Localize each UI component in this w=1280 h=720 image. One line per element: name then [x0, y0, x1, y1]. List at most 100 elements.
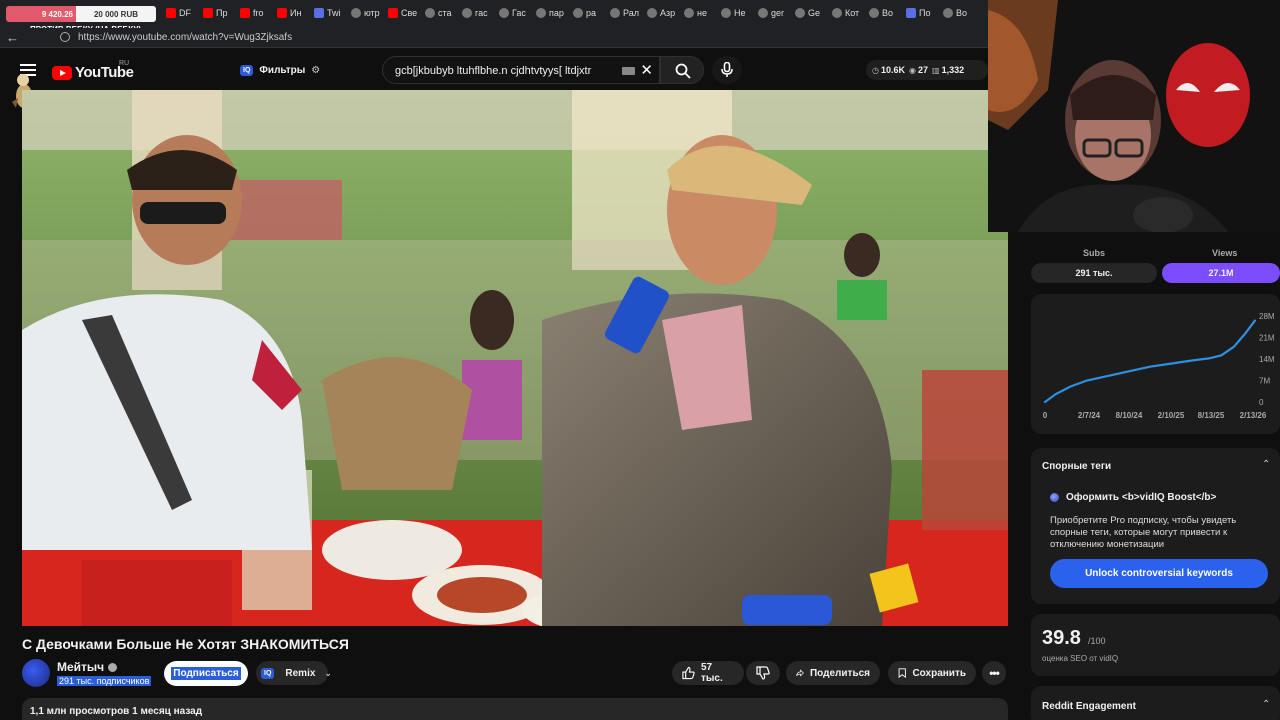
subscribe-button[interactable]: Подписаться — [164, 661, 248, 686]
chevron-up-icon[interactable]: ⌃ — [1262, 699, 1270, 710]
url-text[interactable]: https://www.youtube.com/watch?v=Wug3Zjks… — [78, 32, 292, 43]
tab-label: пар — [549, 8, 564, 18]
tune-icon: ⚙ — [311, 64, 321, 76]
back-arrow-icon[interactable]: ← — [6, 30, 19, 45]
verified-icon — [108, 662, 118, 672]
browser-tab[interactable]: Гас — [499, 4, 526, 22]
browser-tab[interactable]: Во — [869, 4, 893, 22]
tab-favicon-icon — [758, 8, 768, 18]
views-series-line — [1043, 319, 1257, 404]
search-button[interactable] — [660, 56, 704, 84]
x-tick-label: 8/13/25 — [1198, 411, 1225, 420]
tab-favicon-icon — [684, 8, 694, 18]
stat-views-value: 10.6K — [880, 65, 906, 75]
share-label: Поделиться — [809, 667, 870, 679]
site-info-icon[interactable] — [60, 32, 70, 42]
tab-favicon-icon — [499, 8, 509, 18]
browser-tab[interactable]: Ин — [277, 4, 301, 22]
tab-label: Кот — [845, 8, 860, 18]
tab-favicon-icon — [462, 8, 472, 18]
tab-label: ютр — [364, 8, 380, 18]
tags-title: Спорные теги — [1042, 461, 1112, 472]
video-title: С Девочками Больше Не Хотят ЗНАКОМИТЬСЯ — [22, 636, 349, 652]
search-input[interactable]: gcb[jkbubyb ltuhflbhe.n cjdhtvtyys[ ltdj… — [395, 65, 591, 77]
browser-tab[interactable]: Све — [388, 4, 417, 22]
video-player[interactable] — [22, 90, 1008, 626]
tab-favicon-icon — [388, 8, 398, 18]
tab-label: не — [697, 8, 707, 18]
more-dots-icon: ••• — [989, 666, 1000, 680]
like-button[interactable]: 57 тыс. — [672, 661, 744, 685]
subs-label: Subs — [1083, 248, 1106, 258]
tab-favicon-icon — [647, 8, 657, 18]
browser-tab[interactable]: ютр — [351, 4, 380, 22]
tab-favicon-icon — [203, 8, 213, 18]
browser-tab[interactable]: Пр — [203, 4, 227, 22]
stat-eye-value: 27 — [918, 65, 929, 75]
browser-tab[interactable]: Кот — [832, 4, 859, 22]
y-tick-label: 28M — [1259, 312, 1275, 321]
tab-label: Ge — [808, 8, 821, 18]
x-tick-label: 8/10/24 — [1116, 411, 1143, 420]
donation-current: 9 420.26 — [6, 6, 76, 22]
share-icon — [796, 669, 804, 677]
clear-search-icon[interactable]: ✕ — [640, 61, 653, 79]
stat-third-value: 1,332 — [941, 65, 965, 75]
share-button[interactable]: Поделиться — [786, 661, 880, 685]
browser-tab[interactable]: Во — [943, 4, 967, 22]
keyboard-icon[interactable] — [622, 67, 635, 75]
tab-label: Пр — [216, 8, 228, 18]
dislike-button[interactable] — [746, 661, 780, 685]
views-tab[interactable]: 27.1M — [1162, 263, 1280, 283]
browser-tab[interactable]: пар — [536, 4, 564, 22]
tab-label: Гас — [512, 8, 526, 18]
subscribe-label: Подписаться — [171, 667, 241, 680]
unlock-keywords-button[interactable]: Unlock controversial keywords — [1050, 559, 1268, 588]
browser-tab[interactable]: DF — [166, 4, 191, 22]
boost-row[interactable]: Оформить <b>vidIQ Boost</b> — [1050, 492, 1216, 503]
channel-name[interactable]: Мейтыч — [57, 660, 104, 674]
browser-tab[interactable]: Азр — [647, 4, 675, 22]
y-tick-label: 21M — [1259, 334, 1275, 343]
browser-tab[interactable]: Ge — [795, 4, 820, 22]
channel-avatar[interactable] — [22, 659, 50, 687]
vidiq-filters-button[interactable]: IQ Фильтры ⚙ — [240, 60, 320, 80]
browser-tab[interactable]: Twi — [314, 4, 341, 22]
browser-tab[interactable]: fro — [240, 4, 264, 22]
subs-tab[interactable]: 291 тыс. — [1031, 263, 1157, 283]
y-tick-label: 0 — [1259, 398, 1264, 407]
browser-tab[interactable]: Рал — [610, 4, 639, 22]
tab-favicon-icon — [536, 8, 546, 18]
browser-tab[interactable]: не — [684, 4, 707, 22]
tab-label: ра — [586, 8, 597, 18]
save-button[interactable]: Сохранить — [888, 661, 976, 685]
browser-tab[interactable]: ра — [573, 4, 596, 22]
remix-button[interactable]: IQ Remix ⌄ — [256, 661, 332, 685]
clock-icon: ◷ — [872, 65, 879, 75]
chart-icon: ▥ — [932, 65, 940, 75]
tab-label: ger — [771, 8, 785, 18]
more-actions-button[interactable]: ••• — [982, 661, 1006, 685]
remix-label: Remix — [285, 667, 316, 679]
tab-label: Рал — [623, 8, 639, 18]
donation-goal-bar: 9 420.26 20 000 RUB — [6, 6, 156, 22]
boost-label: Оформить <b>vidIQ Boost</b> — [1066, 492, 1217, 503]
browser-tab[interactable]: По — [906, 4, 930, 22]
vidiq-stats-pill[interactable]: ◷ 10.6K ◉ 27 ▥ 1,332 — [866, 60, 988, 80]
search-icon — [675, 63, 691, 79]
channel-name-row[interactable]: Мейтыч — [57, 660, 118, 674]
y-tick-label: 14M — [1259, 355, 1275, 364]
tab-favicon-icon — [277, 8, 287, 18]
browser-tab[interactable]: ger — [758, 4, 784, 22]
tab-label: fro — [253, 8, 264, 18]
reddit-engagement-title: Reddit Engagement — [1042, 701, 1136, 712]
browser-tab[interactable]: Не — [721, 4, 746, 22]
browser-tab[interactable]: ста — [425, 4, 452, 22]
search-box[interactable]: gcb[jkbubyb ltuhflbhe.n cjdhtvtyys[ ltdj… — [382, 56, 660, 84]
seo-max: /100 — [1088, 636, 1106, 646]
voice-search-button[interactable] — [712, 56, 742, 84]
tab-favicon-icon — [166, 8, 176, 18]
chevron-up-icon[interactable]: ⌃ — [1262, 459, 1270, 470]
browser-tab[interactable]: гас — [462, 4, 488, 22]
tab-favicon-icon — [314, 8, 324, 18]
